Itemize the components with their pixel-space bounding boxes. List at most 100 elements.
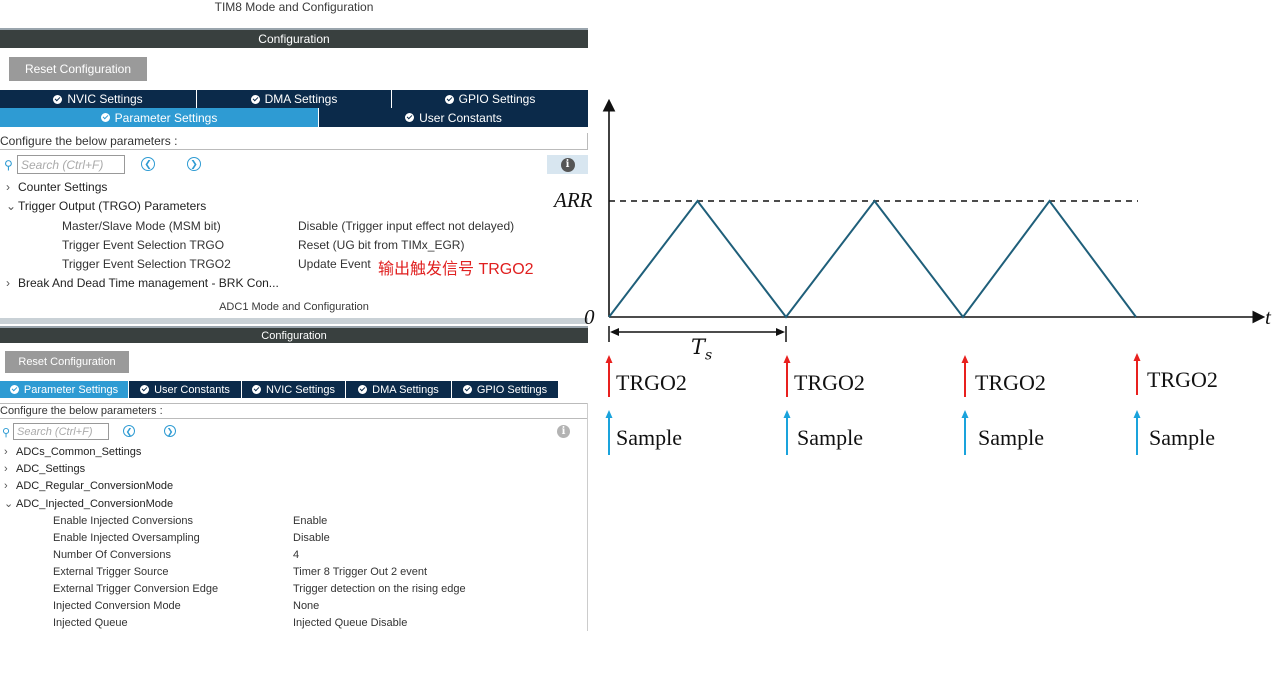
adc1-prev-result-icon[interactable]: ❮	[123, 425, 135, 437]
tim8-configuration-bar: Configuration	[0, 28, 588, 48]
ts-arrow-right	[776, 328, 785, 336]
tim8-reset-configuration-button[interactable]: Reset Configuration	[9, 57, 147, 81]
divider	[0, 318, 588, 324]
adc1-configuration-bar: Configuration	[0, 326, 588, 343]
trgo2-label: TRGO2	[794, 370, 865, 395]
adc1-configure-text: Configure the below parameters :	[0, 403, 588, 419]
trgo2-annotation: 输出触发信号 TRGO2	[378, 261, 534, 278]
chevron-right-icon: ›	[6, 180, 10, 194]
sample-arrow-head	[605, 410, 613, 418]
tim8-tree-trgo-parameters[interactable]: ⌄ Trigger Output (TRGO) Parameters	[6, 199, 206, 213]
trgo2-label: TRGO2	[975, 370, 1046, 395]
adc1-param-name: Injected Queue	[53, 617, 128, 629]
tim8-param-value[interactable]: Disable (Trigger input effect not delaye…	[298, 219, 514, 233]
trgo2-arrow-head	[783, 355, 791, 363]
tim8-param-value[interactable]: Update Event	[298, 257, 371, 271]
chevron-down-icon: ⌄	[4, 498, 14, 510]
check-icon	[53, 94, 63, 104]
divider	[587, 403, 588, 631]
adc1-param-name: External Trigger Source	[53, 566, 169, 578]
adc1-tab-user-constants[interactable]: User Constants	[129, 381, 242, 398]
trgo2-arrow-head	[961, 355, 969, 363]
adc1-param-name: Enable Injected Conversions	[53, 515, 194, 527]
adc1-param-value[interactable]: Timer 8 Trigger Out 2 event	[293, 566, 427, 578]
tim8-tree-counter-settings[interactable]: › Counter Settings	[6, 180, 107, 194]
tim8-tab-parameter-settings[interactable]: Parameter Settings	[0, 108, 319, 127]
tim8-next-result-icon[interactable]: ❯	[187, 157, 201, 171]
sample-label: Sample	[978, 425, 1044, 450]
chevron-down-icon: ⌄	[6, 199, 17, 213]
ts-label: Ts	[691, 335, 713, 364]
adc1-tab-nvic-settings[interactable]: NVIC Settings	[242, 381, 346, 398]
sample-label: Sample	[616, 425, 682, 450]
check-icon	[462, 385, 472, 394]
adc1-param-name: External Trigger Conversion Edge	[53, 583, 219, 595]
sample-label: Sample	[1149, 425, 1215, 450]
ts-arrow-left	[610, 328, 619, 336]
check-icon	[251, 385, 261, 394]
adc1-param-value[interactable]: None	[293, 600, 319, 612]
trgo2-label: TRGO2	[616, 370, 687, 395]
adc1-param-value[interactable]: Injected Queue Disable	[293, 617, 407, 629]
adc1-tab-parameter-settings[interactable]: Parameter Settings	[0, 381, 129, 398]
adc1-tree-regular-conversion[interactable]: › ADC_Regular_ConversionMode	[4, 480, 173, 492]
sample-arrow-head	[783, 410, 791, 418]
check-icon	[358, 385, 368, 394]
chevron-right-icon: ›	[4, 480, 8, 492]
trgo2-arrow-head	[605, 355, 613, 363]
chevron-right-icon: ›	[4, 463, 8, 475]
tim8-search-input[interactable]: Search (Ctrl+F)	[17, 155, 125, 174]
trgo2-arrow-head	[1133, 353, 1141, 361]
check-icon	[444, 94, 454, 104]
info-icon[interactable]: i	[557, 425, 570, 438]
tim8-info-button[interactable]: i	[547, 155, 588, 174]
tim8-tab-gpio-settings[interactable]: GPIO Settings	[392, 90, 588, 108]
timing-diagram	[602, 98, 1266, 455]
tim8-param-value[interactable]: Reset (UG bit from TIMx_EGR)	[298, 238, 464, 252]
triangle-wave	[608, 199, 1137, 319]
tim8-param-name: Trigger Event Selection TRGO	[62, 238, 225, 252]
search-icon: ⚲	[2, 427, 11, 439]
adc1-param-value[interactable]: Disable	[293, 532, 330, 544]
adc1-tab-dma-settings[interactable]: DMA Settings	[346, 381, 452, 398]
tim8-prev-result-icon[interactable]: ❮	[141, 157, 155, 171]
tim8-tab-nvic-settings[interactable]: NVIC Settings	[0, 90, 197, 108]
adc1-param-value[interactable]: 4	[293, 549, 299, 561]
info-icon: i	[560, 157, 575, 172]
adc1-param-name: Injected Conversion Mode	[53, 600, 181, 612]
sample-label: Sample	[797, 425, 863, 450]
adc1-param-value[interactable]: Enable	[293, 515, 327, 527]
check-icon	[405, 113, 415, 122]
check-icon	[9, 385, 19, 394]
sample-arrow-head	[961, 410, 969, 418]
chevron-right-icon: ›	[4, 446, 8, 458]
arr-label: ARR	[554, 188, 593, 212]
t-axis-label: t	[1265, 305, 1271, 329]
adc1-param-name: Number Of Conversions	[53, 549, 171, 561]
tim8-panel-title: TIM8 Mode and Configuration	[214, 0, 374, 14]
adc1-param-value[interactable]: Trigger detection on the rising edge	[293, 583, 466, 595]
origin-label: 0	[584, 305, 595, 329]
tim8-tab-user-constants[interactable]: User Constants	[319, 108, 588, 127]
check-icon	[250, 94, 260, 104]
adc1-param-name: Enable Injected Oversampling	[53, 532, 200, 544]
tim8-configure-text: Configure the below parameters :	[0, 133, 588, 150]
adc1-tree-adc-settings[interactable]: › ADC_Settings	[4, 463, 85, 475]
sample-arrow-head	[1133, 410, 1141, 418]
adc1-next-result-icon[interactable]: ❯	[164, 425, 176, 437]
chevron-right-icon: ›	[6, 276, 10, 290]
tim8-tab-dma-settings[interactable]: DMA Settings	[197, 90, 392, 108]
adc1-tree-injected-conversion[interactable]: ⌄ ADC_Injected_ConversionMode	[4, 497, 173, 510]
adc1-search-input[interactable]: Search (Ctrl+F)	[13, 423, 109, 440]
trgo2-label: TRGO2	[1147, 367, 1218, 392]
adc1-tree-common-settings[interactable]: › ADCs_Common_Settings	[4, 446, 141, 458]
tim8-param-name: Trigger Event Selection TRGO2	[62, 257, 231, 271]
search-icon: ⚲	[4, 158, 13, 172]
adc1-tab-gpio-settings[interactable]: GPIO Settings	[452, 381, 558, 398]
tim8-tree-break-dead-time[interactable]: › Break And Dead Time management - BRK Co…	[6, 276, 279, 290]
check-icon	[100, 113, 110, 122]
check-icon	[140, 385, 150, 394]
adc1-reset-configuration-button[interactable]: Reset Configuration	[5, 351, 129, 373]
tim8-param-name: Master/Slave Mode (MSM bit)	[62, 219, 221, 233]
adc1-panel-title: ADC1 Mode and Configuration	[0, 301, 588, 315]
